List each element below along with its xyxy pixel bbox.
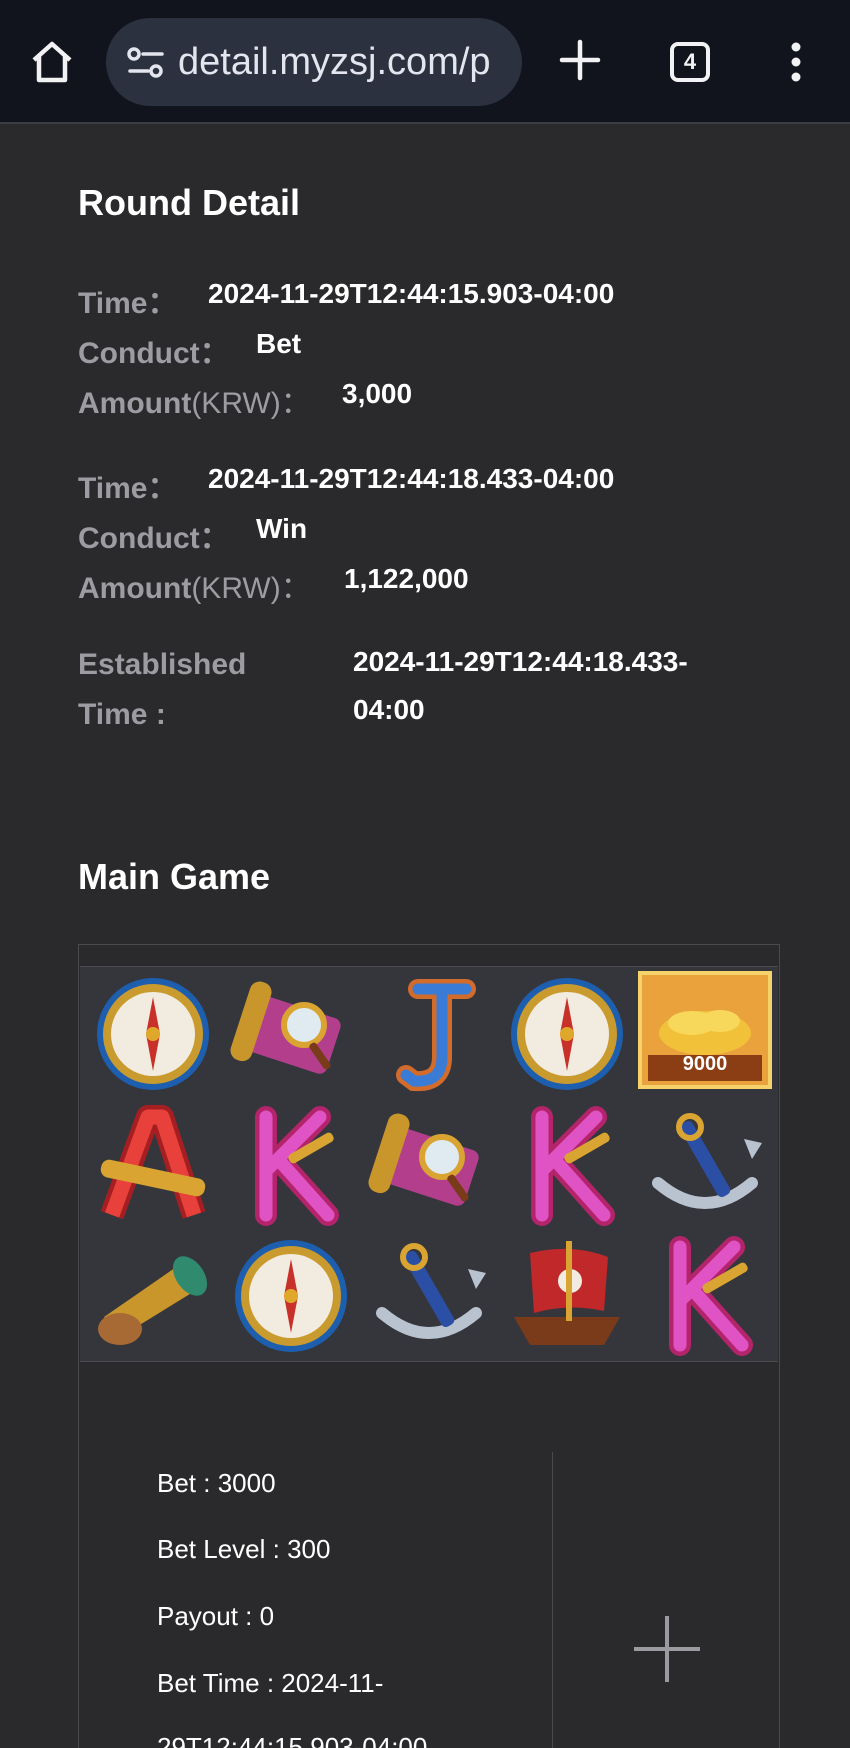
- win-time-value: 2024-11-29T12:44:18.433-04:00: [208, 463, 615, 494]
- amount-value: 1,122,000: [344, 563, 469, 594]
- bet-time-value: 2024-11-29T12:44:15.903-04:00: [208, 278, 615, 309]
- browser-toolbar: detail.myzsj.com/p 4: [0, 0, 850, 124]
- main-game-title: Main Game: [78, 856, 271, 897]
- bet-time-info: Bet Time : 2024-11-: [157, 1668, 384, 1698]
- tab-switcher-icon[interactable]: 4: [670, 42, 710, 82]
- gold-coins-value: 9000: [682, 1053, 728, 1075]
- letter-a-symbol: [100, 1105, 206, 1220]
- anchor-symbol: [376, 1243, 486, 1339]
- more-menu-icon[interactable]: [790, 42, 802, 82]
- established-label: Established: [78, 648, 247, 681]
- amount-label: Amount(KRW)：: [78, 387, 311, 420]
- established-label-line2: Time :: [78, 698, 166, 731]
- gold-coins-symbol: [638, 971, 772, 1089]
- conduct-value: Bet: [256, 328, 302, 359]
- bet-time-info-line2: 29T12:44:15.903-04:00: [157, 1732, 428, 1748]
- expand-plus-icon[interactable]: [632, 1614, 702, 1684]
- compass-symbol: [235, 1240, 347, 1352]
- bet-level-info: Bet Level : 300: [157, 1534, 331, 1564]
- letter-j-symbol: [396, 979, 476, 1092]
- url-text[interactable]: detail.myzsj.com/p: [178, 38, 518, 86]
- site-settings-icon[interactable]: [126, 46, 166, 80]
- column-divider: [552, 1452, 553, 1748]
- established-time-value: 2024-11-29T12:44:18.433-: [353, 646, 688, 677]
- letter-k-symbol: [255, 1106, 339, 1226]
- payout-info: Payout : 0: [157, 1601, 275, 1631]
- address-bar[interactable]: detail.myzsj.com/p: [106, 18, 522, 106]
- home-icon[interactable]: [28, 38, 76, 86]
- round-detail-title: Round Detail: [78, 182, 300, 223]
- compass-symbol: [511, 978, 623, 1090]
- conduct-label: Conduct：: [78, 522, 230, 555]
- amount-value: 3,000: [342, 378, 413, 409]
- slot-reels: 9000: [80, 966, 778, 1362]
- time-label: Time：: [78, 287, 178, 320]
- letter-k-symbol: [669, 1236, 753, 1356]
- letter-k-symbol: [531, 1106, 615, 1226]
- compass-symbol: [97, 978, 209, 1090]
- conduct-value: Win: [256, 513, 308, 544]
- spyglass-symbol: [98, 1256, 208, 1345]
- amount-label: Amount(KRW)：: [78, 572, 311, 605]
- anchor-symbol: [652, 1113, 762, 1209]
- new-tab-icon[interactable]: [558, 38, 602, 82]
- bet-info: Bet : 3000: [157, 1468, 276, 1498]
- pirate-ship-symbol: [514, 1241, 620, 1345]
- established-time-value-line2: 04:00: [353, 694, 425, 725]
- treasure-map-symbol: [230, 981, 341, 1074]
- time-label: Time：: [78, 472, 178, 505]
- treasure-map-symbol: [368, 1113, 479, 1206]
- conduct-label: Conduct：: [78, 337, 230, 370]
